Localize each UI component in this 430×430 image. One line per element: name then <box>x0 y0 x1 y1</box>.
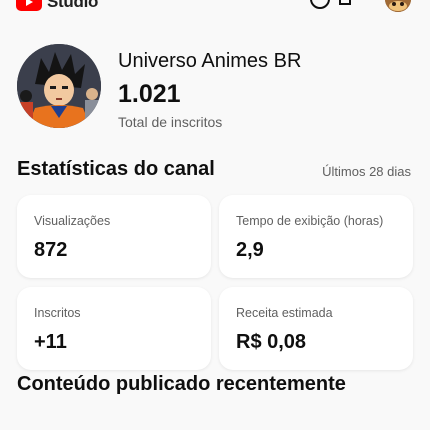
youtube-play-icon <box>16 0 42 11</box>
stat-card-value: R$ 0,08 <box>236 331 307 353</box>
channel-avatar-image <box>17 44 101 128</box>
channel-name: Universo Animes BR <box>118 50 302 72</box>
stat-card-value: 872 <box>34 239 68 261</box>
channel-avatar[interactable] <box>17 44 101 128</box>
studio-screen: Studio Universo Animes BR 1.021 Total de… <box>0 0 430 430</box>
stat-card-watch-time[interactable]: Tempo de exibição (horas) 2,9 <box>219 195 413 278</box>
stat-card-views[interactable]: Visualizações 872 <box>17 195 211 278</box>
subscriber-count: 1.021 <box>118 80 181 108</box>
stat-card-value: +11 <box>34 331 67 353</box>
notification-icon[interactable] <box>334 0 356 10</box>
stats-section-title: Estatísticas do canal <box>17 158 215 180</box>
stat-card-label: Tempo de exibição (horas) <box>236 214 384 228</box>
stat-card-label: Inscritos <box>34 306 81 320</box>
stat-card-revenue[interactable]: Receita estimada R$ 0,08 <box>219 287 413 370</box>
stat-card-label: Visualizações <box>34 214 111 228</box>
account-avatar-image <box>385 0 411 12</box>
studio-logo[interactable]: Studio <box>16 0 98 12</box>
stat-card-subscribers[interactable]: Inscritos +11 <box>17 287 211 370</box>
stat-card-value: 2,9 <box>236 239 264 261</box>
subscriber-label: Total de inscritos <box>118 114 223 130</box>
stat-card-label: Receita estimada <box>236 306 333 320</box>
recent-content-title: Conteúdo publicado recentemente <box>17 373 346 395</box>
logo-text: Studio <box>47 0 99 11</box>
top-app-bar: Studio <box>0 0 430 14</box>
help-icon[interactable] <box>309 0 331 10</box>
period-label: Últimos 28 dias <box>322 164 411 179</box>
account-avatar[interactable] <box>385 0 411 12</box>
